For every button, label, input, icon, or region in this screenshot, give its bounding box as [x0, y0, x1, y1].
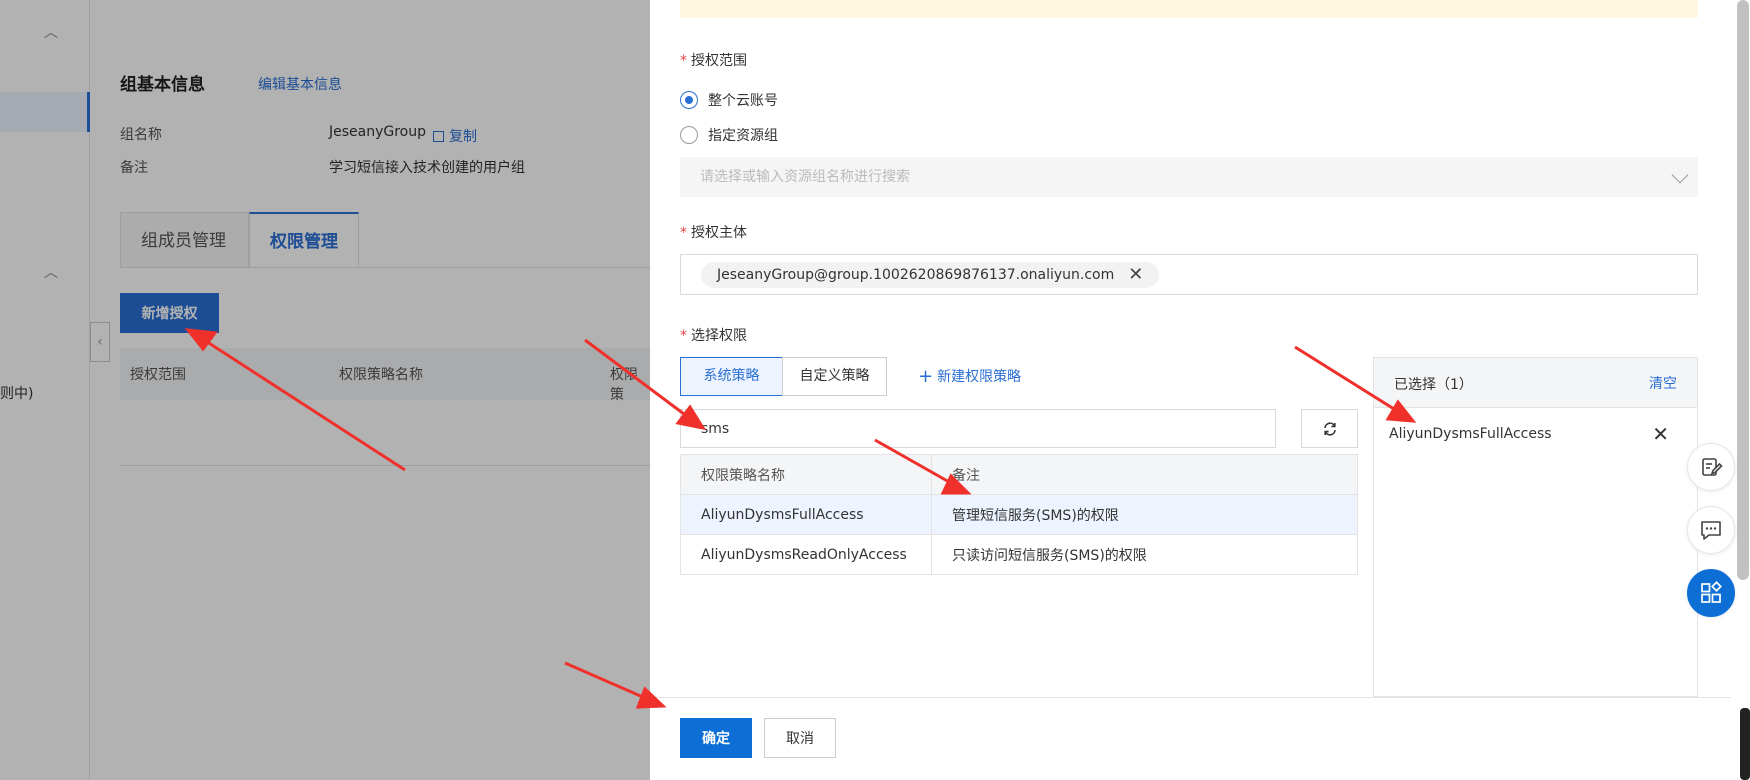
refresh-icon: [1323, 421, 1336, 436]
radio-resource-group[interactable]: 指定资源组: [680, 125, 778, 145]
resource-group-select[interactable]: 请选择或输入资源组名称进行搜索: [680, 157, 1698, 197]
close-icon[interactable]: ✕: [1652, 422, 1669, 446]
policy-name-cell: AliyunDysmsReadOnlyAccess: [680, 534, 932, 575]
cancel-button[interactable]: 取消: [764, 718, 836, 758]
policy-search-input[interactable]: [680, 409, 1276, 448]
plus-icon: +: [918, 366, 934, 387]
chevron-down-icon: [1671, 166, 1689, 184]
authorization-drawer: 单次授权最多支持 5 条策略，如需添加更多策略，请分多次进行。 *授权范围 整个…: [650, 0, 1750, 780]
principal-input[interactable]: JeseanyGroup@group.1002620869876137.onal…: [680, 254, 1698, 295]
scope-label: * 授权范围: [680, 53, 747, 69]
chat-float-button[interactable]: [1687, 506, 1735, 554]
radio-unchecked-icon: [680, 126, 698, 144]
selected-policies-panel: 已选择（1） 清空 AliyunDysmsFullAccess ✕: [1373, 357, 1698, 697]
table-header: 权限策略名称: [680, 454, 932, 495]
apps-icon: [1701, 581, 1722, 603]
table-row[interactable]: AliyunDysmsFullAccess 管理短信服务(SMS)的权限: [680, 494, 1358, 535]
modal-mask[interactable]: [0, 0, 650, 780]
footer-divider: [650, 697, 1750, 698]
edit-icon: [1702, 458, 1723, 476]
refresh-button[interactable]: [1301, 409, 1358, 448]
selected-count-title: 已选择（1）: [1394, 377, 1473, 393]
scrollbar-handle[interactable]: [1740, 708, 1750, 780]
chat-icon: [1701, 521, 1721, 540]
new-policy-link[interactable]: + 新建权限策略: [918, 366, 1021, 387]
selected-panel-header: 已选择（1） 清空: [1374, 358, 1697, 408]
confirm-button[interactable]: 确定: [680, 718, 752, 758]
policy-note-cell: 只读访问短信服务(SMS)的权限: [931, 534, 1358, 575]
policy-note-cell: 管理短信服务(SMS)的权限: [931, 494, 1358, 535]
tab-custom-policy[interactable]: 自定义策略: [782, 357, 887, 396]
table-row[interactable]: AliyunDysmsReadOnlyAccess 只读访问短信服务(SMS)的…: [680, 534, 1358, 575]
selected-policy-item: AliyunDysmsFullAccess: [1389, 426, 1552, 442]
apps-float-button[interactable]: [1687, 569, 1735, 617]
principal-tag: JeseanyGroup@group.1002620869876137.onal…: [701, 262, 1160, 288]
clear-selection-link[interactable]: 清空: [1649, 373, 1677, 393]
permissions-label: * 选择权限: [680, 328, 747, 344]
edit-float-button[interactable]: [1687, 443, 1735, 491]
principal-label: * 授权主体: [680, 225, 747, 241]
policy-name-cell: AliyunDysmsFullAccess: [680, 494, 932, 535]
table-header: 备注: [931, 454, 1358, 495]
radio-whole-account[interactable]: 整个云账号: [680, 90, 778, 110]
notice-banner: 单次授权最多支持 5 条策略，如需添加更多策略，请分多次进行。: [680, 0, 1698, 18]
tab-system-policy[interactable]: 系统策略: [680, 357, 783, 396]
radio-checked-icon: [680, 91, 698, 109]
table-header-row: 权限策略名称 备注: [680, 454, 1358, 495]
close-icon[interactable]: ✕: [1128, 262, 1143, 288]
scrollbar-thumb[interactable]: [1737, 0, 1749, 580]
policy-table: 权限策略名称 备注 AliyunDysmsFullAccess 管理短信服务(S…: [680, 454, 1358, 575]
